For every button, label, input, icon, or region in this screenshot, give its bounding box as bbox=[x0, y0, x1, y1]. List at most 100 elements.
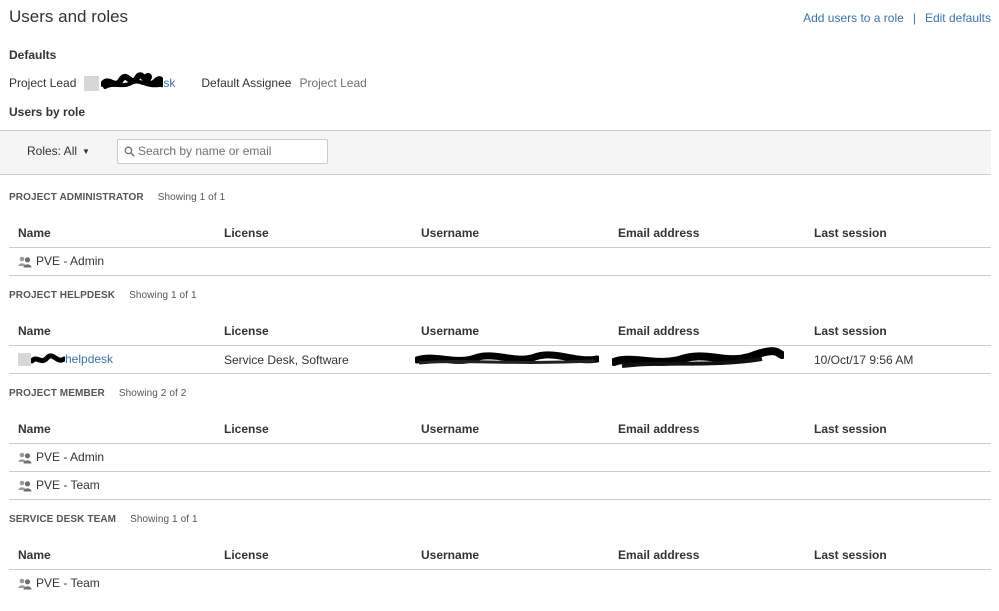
role-title: SERVICE DESK TEAM bbox=[9, 514, 117, 525]
role-title: PROJECT ADMINISTRATOR bbox=[9, 192, 144, 203]
role-table: Name License Username Email address Last… bbox=[9, 316, 991, 374]
table-header-row: Name License Username Email address Last… bbox=[9, 540, 991, 570]
search-box bbox=[117, 139, 328, 164]
license-cell bbox=[224, 570, 421, 598]
table-header-row: Name License Username Email address Last… bbox=[9, 316, 991, 346]
roles-filter-label: Roles: All bbox=[27, 144, 78, 158]
column-header-email: Email address bbox=[618, 218, 814, 248]
column-header-username: Username bbox=[421, 414, 618, 444]
last-session-cell bbox=[814, 247, 991, 276]
column-header-last-session: Last session bbox=[814, 540, 991, 570]
roles-filter-dropdown[interactable]: Roles: All ▼ bbox=[27, 144, 90, 158]
column-header-name: Name bbox=[9, 218, 224, 248]
redacted-name-scribble bbox=[101, 72, 164, 89]
email-cell bbox=[618, 443, 814, 472]
column-header-last-session: Last session bbox=[814, 218, 991, 248]
group-icon bbox=[18, 480, 32, 492]
role-section-header: PROJECT HELPDESK Showing 1 of 1 bbox=[9, 290, 991, 304]
table-row: PVE - Team bbox=[9, 570, 991, 598]
last-session-cell bbox=[814, 471, 991, 500]
table-header-row: Name License Username Email address Last… bbox=[9, 218, 991, 248]
column-header-email: Email address bbox=[618, 414, 814, 444]
email-cell bbox=[610, 345, 814, 374]
group-name: PVE - Admin bbox=[36, 254, 105, 269]
column-header-name: Name bbox=[9, 414, 224, 444]
add-users-to-role-link[interactable]: Add users to a role bbox=[803, 11, 904, 25]
project-lead-link[interactable]: sk bbox=[163, 76, 175, 90]
edit-defaults-link[interactable]: Edit defaults bbox=[925, 11, 991, 25]
email-cell bbox=[618, 247, 814, 276]
filter-bar: Roles: All ▼ bbox=[0, 130, 991, 175]
column-header-username: Username bbox=[421, 218, 618, 248]
role-table: Name License Username Email address Last… bbox=[9, 414, 991, 500]
default-assignee-label: Default Assignee bbox=[201, 76, 292, 90]
showing-count: Showing 1 of 1 bbox=[129, 290, 197, 301]
last-session-cell: 10/Oct/17 9:56 AM bbox=[814, 345, 991, 374]
showing-count: Showing 2 of 2 bbox=[118, 388, 187, 399]
search-input[interactable] bbox=[138, 142, 320, 159]
group-name: PVE - Admin bbox=[36, 450, 105, 465]
role-title: PROJECT MEMBER bbox=[9, 388, 105, 399]
project-lead-avatar bbox=[84, 75, 100, 91]
users-by-role-heading: Users by role bbox=[9, 105, 86, 119]
user-name-link[interactable]: helpdesk bbox=[65, 352, 113, 366]
table-row: PVE - Admin bbox=[9, 247, 991, 276]
group-name: PVE - Team bbox=[36, 576, 100, 591]
username-cell bbox=[421, 570, 618, 598]
column-header-license: License bbox=[224, 540, 421, 570]
email-cell bbox=[618, 570, 814, 598]
default-assignee-value: Project Lead bbox=[299, 76, 367, 90]
role-section-project-administrator: PROJECT ADMINISTRATOR Showing 1 of 1 Nam… bbox=[9, 192, 991, 276]
role-section-header: PROJECT ADMINISTRATOR Showing 1 of 1 bbox=[9, 192, 991, 206]
column-header-name: Name bbox=[9, 540, 224, 570]
column-header-email: Email address bbox=[618, 540, 814, 570]
header-actions: Add users to a role | Edit defaults bbox=[803, 11, 991, 25]
column-header-license: License bbox=[224, 316, 421, 346]
table-row: helpdesk Service Desk, Software 10/Oct/1… bbox=[9, 345, 991, 374]
redacted-name-scribble bbox=[29, 353, 67, 364]
showing-count: Showing 1 of 1 bbox=[157, 192, 226, 203]
role-section-project-helpdesk: PROJECT HELPDESK Showing 1 of 1 Name Lic… bbox=[9, 290, 991, 374]
column-header-last-session: Last session bbox=[814, 414, 991, 444]
name-cell: PVE - Admin bbox=[9, 443, 224, 472]
defaults-row: Project Lead sk Default Assignee Project… bbox=[9, 72, 367, 94]
last-session-cell bbox=[814, 570, 991, 598]
redacted-email-scribble bbox=[610, 346, 786, 368]
column-header-username: Username bbox=[421, 316, 618, 346]
role-title: PROJECT HELPDESK bbox=[9, 290, 116, 301]
role-table: Name License Username Email address Last… bbox=[9, 218, 991, 276]
license-cell bbox=[224, 471, 421, 500]
role-table: Name License Username Email address Last… bbox=[9, 540, 991, 597]
caret-down-icon: ▼ bbox=[82, 147, 90, 156]
group-icon bbox=[18, 578, 32, 590]
table-row: PVE - Admin bbox=[9, 443, 991, 472]
name-cell: helpdesk bbox=[9, 345, 224, 374]
group-icon bbox=[18, 256, 32, 268]
column-header-last-session: Last session bbox=[814, 316, 991, 346]
username-cell bbox=[421, 471, 618, 500]
project-lead-label: Project Lead bbox=[9, 76, 77, 90]
search-icon bbox=[124, 146, 135, 157]
page-title: Users and roles bbox=[9, 7, 129, 26]
user-avatar-icon bbox=[18, 353, 31, 367]
showing-count: Showing 1 of 1 bbox=[130, 514, 198, 525]
license-cell bbox=[224, 247, 421, 276]
defaults-heading: Defaults bbox=[9, 48, 57, 62]
link-separator: | bbox=[912, 11, 916, 25]
license-cell: Service Desk, Software bbox=[224, 345, 421, 374]
role-section-header: SERVICE DESK TEAM Showing 1 of 1 bbox=[9, 514, 991, 528]
role-section-header: PROJECT MEMBER Showing 2 of 2 bbox=[9, 388, 991, 402]
column-header-name: Name bbox=[9, 316, 224, 346]
group-name: PVE - Team bbox=[36, 478, 100, 493]
username-cell bbox=[421, 247, 618, 276]
table-header-row: Name License Username Email address Last… bbox=[9, 414, 991, 444]
last-session-cell bbox=[814, 443, 991, 472]
group-icon bbox=[18, 452, 32, 464]
role-section-service-desk-team: SERVICE DESK TEAM Showing 1 of 1 Name Li… bbox=[9, 514, 991, 597]
column-header-license: License bbox=[224, 414, 421, 444]
role-section-project-member: PROJECT MEMBER Showing 2 of 2 Name Licen… bbox=[9, 388, 991, 500]
license-cell bbox=[224, 443, 421, 472]
column-header-license: License bbox=[224, 218, 421, 248]
table-row: PVE - Team bbox=[9, 471, 991, 500]
email-cell bbox=[618, 471, 814, 500]
